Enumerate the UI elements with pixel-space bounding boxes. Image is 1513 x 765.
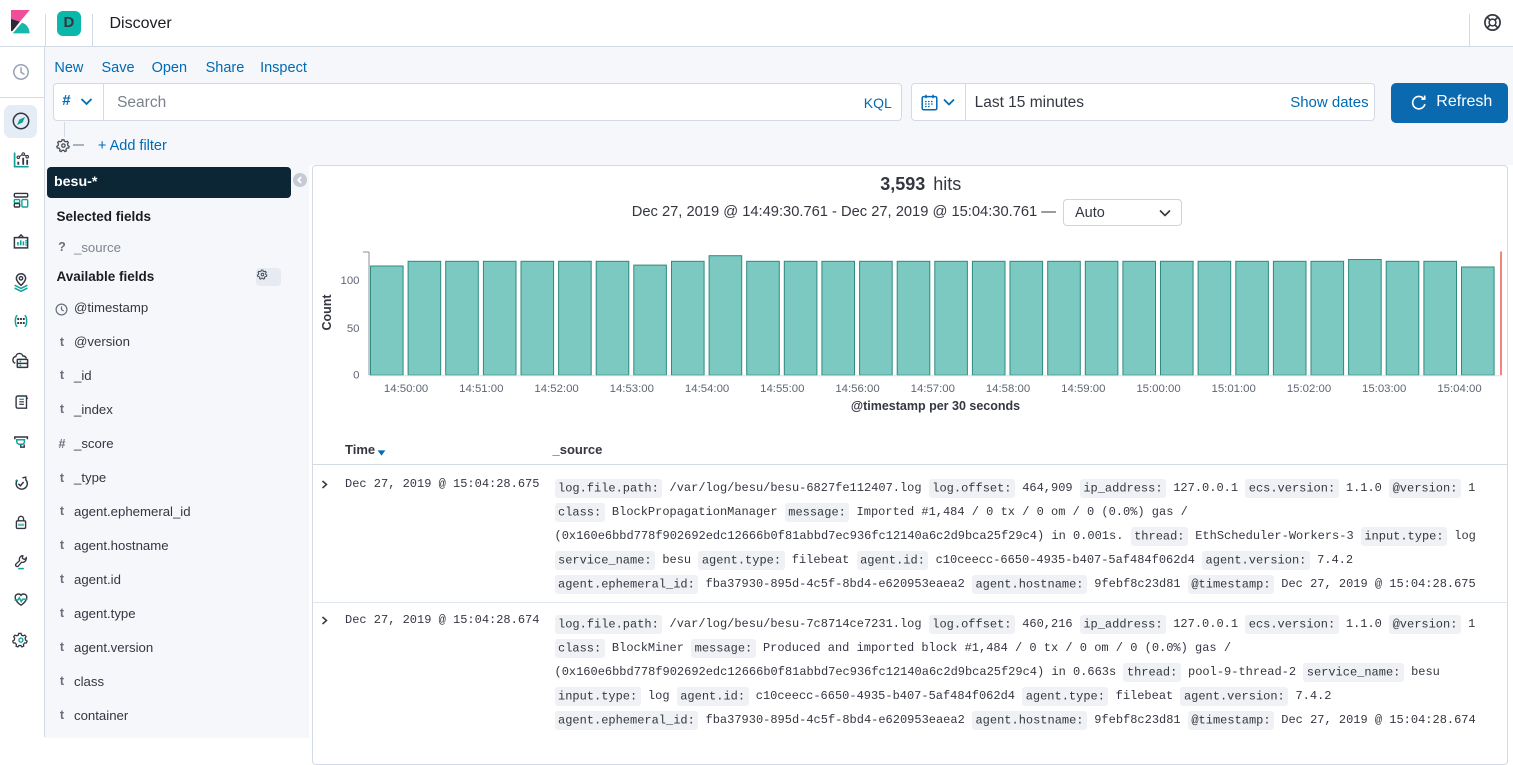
svg-text:14:54:00: 14:54:00 <box>684 383 728 395</box>
svg-text:14:58:00: 14:58:00 <box>985 383 1029 395</box>
svg-text:14:57:00: 14:57:00 <box>910 383 954 395</box>
svg-text:14:52:00: 14:52:00 <box>534 383 578 395</box>
svg-text:15:03:00: 15:03:00 <box>1362 383 1406 395</box>
svg-text:15:02:00: 15:02:00 <box>1286 383 1330 395</box>
svg-text:Count: Count <box>320 293 334 330</box>
svg-text:14:53:00: 14:53:00 <box>609 383 653 395</box>
svg-text:0: 0 <box>353 369 359 381</box>
svg-text:14:56:00: 14:56:00 <box>835 383 879 395</box>
svg-text:14:55:00: 14:55:00 <box>760 383 804 395</box>
svg-text:15:01:00: 15:01:00 <box>1211 383 1255 395</box>
svg-text:15:04:00: 15:04:00 <box>1437 383 1481 395</box>
svg-text:14:59:00: 14:59:00 <box>1061 383 1105 395</box>
svg-text:50: 50 <box>346 323 359 335</box>
svg-text:@timestamp per 30 seconds: @timestamp per 30 seconds <box>850 399 1019 413</box>
svg-text:14:50:00: 14:50:00 <box>383 383 427 395</box>
svg-text:15:00:00: 15:00:00 <box>1136 383 1180 395</box>
svg-text:100: 100 <box>340 275 359 287</box>
svg-text:14:51:00: 14:51:00 <box>459 383 503 395</box>
